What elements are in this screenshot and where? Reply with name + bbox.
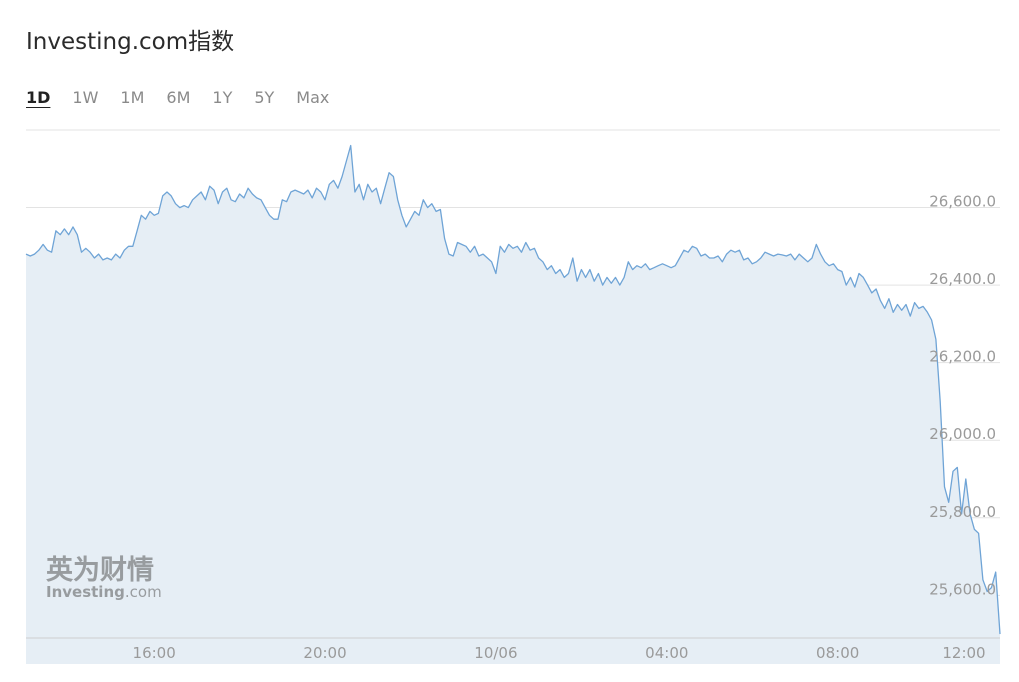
y-tick-label: 26,400.0 xyxy=(929,270,996,288)
watermark-en-main: Investing xyxy=(46,583,125,601)
y-tick-label: 25,800.0 xyxy=(929,503,996,521)
x-tick-label: 10/06 xyxy=(474,644,517,662)
y-tick-label: 26,000.0 xyxy=(929,425,996,443)
watermark-cn: 英为财情 xyxy=(46,555,154,586)
watermark-en: Investing.com xyxy=(46,583,162,601)
watermark-logo: 英为财情 Investing.com xyxy=(46,548,162,601)
area-fill xyxy=(26,145,1000,664)
x-tick-label: 12:00 xyxy=(942,644,985,662)
x-tick-label: 08:00 xyxy=(816,644,859,662)
price-area xyxy=(25,144,1001,664)
y-tick-label: 26,600.0 xyxy=(929,193,996,211)
watermark-en-suffix: .com xyxy=(124,583,162,601)
x-tick-label: 20:00 xyxy=(303,644,346,662)
x-tick-label: 04:00 xyxy=(645,644,688,662)
x-tick-label: 16:00 xyxy=(133,644,176,662)
y-tick-label: 25,600.0 xyxy=(929,580,996,598)
y-tick-label: 26,200.0 xyxy=(929,348,996,366)
